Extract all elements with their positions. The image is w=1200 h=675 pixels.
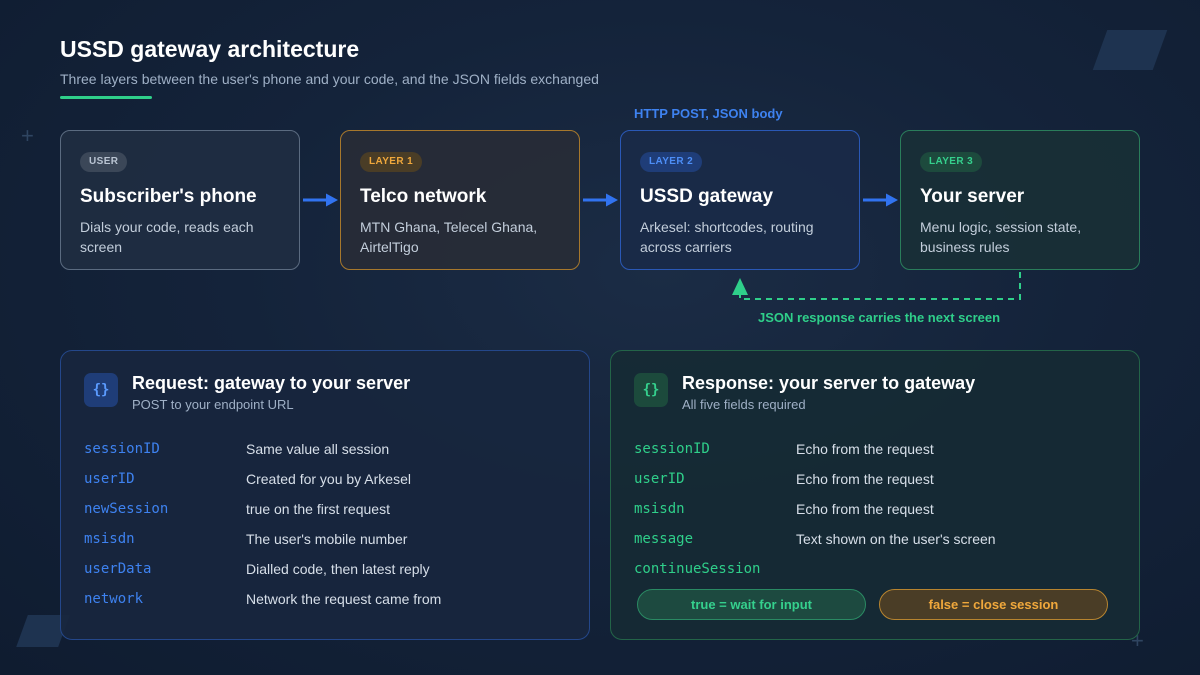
field-description: true on the first request bbox=[246, 501, 390, 517]
field-row: continueSession bbox=[634, 554, 1116, 584]
title-underline bbox=[60, 96, 152, 99]
page-subtitle: Three layers between the user's phone an… bbox=[60, 71, 599, 87]
field-name: userID bbox=[634, 471, 685, 487]
field-description: Network the request came from bbox=[246, 591, 442, 607]
field-row: sessionID Echo from the request bbox=[634, 434, 1116, 464]
card-badge: LAYER 2 bbox=[640, 152, 703, 172]
card-telco-network: LAYER 1 Telco network MTN Ghana, Telecel… bbox=[340, 130, 580, 270]
field-row: sessionID Same value all session bbox=[84, 434, 566, 464]
response-panel-header: {} Response: your server to gateway All … bbox=[634, 373, 1116, 412]
field-row: network Network the request came from bbox=[84, 584, 566, 614]
card-your-server: LAYER 3 Your server Menu logic, session … bbox=[900, 130, 1140, 270]
http-post-label: HTTP POST, JSON body bbox=[634, 106, 783, 121]
card-badge: LAYER 3 bbox=[920, 152, 983, 172]
field-name: userID bbox=[84, 471, 135, 487]
card-ussd-gateway: LAYER 2 USSD gateway Arkesel: shortcodes… bbox=[620, 130, 860, 270]
continue-false-pill: false = close session bbox=[879, 589, 1108, 620]
field-row: msisdn Echo from the request bbox=[634, 494, 1116, 524]
field-description: Dialled code, then latest reply bbox=[246, 561, 430, 577]
field-row: message Text shown on the user's screen bbox=[634, 524, 1116, 554]
card-description: MTN Ghana, Telecel Ghana, AirtelTigo bbox=[360, 219, 538, 255]
json-response-label: JSON response carries the next screen bbox=[758, 310, 1001, 325]
field-description: Echo from the request bbox=[796, 471, 934, 487]
card-description: Dials your code, reads each screen bbox=[80, 219, 254, 255]
field-description: Echo from the request bbox=[796, 441, 934, 457]
field-row: msisdn The user's mobile number bbox=[84, 524, 566, 554]
arrow-phone-to-telco bbox=[303, 193, 338, 207]
field-name: msisdn bbox=[84, 531, 135, 547]
request-panel: {} Request: gateway to your server POST … bbox=[60, 350, 590, 640]
arrow-telco-to-gateway bbox=[583, 193, 618, 207]
return-arrow-dashed bbox=[732, 272, 1021, 300]
field-row: userID Created for you by Arkesel bbox=[84, 464, 566, 494]
page-title: USSD gateway architecture bbox=[60, 36, 360, 62]
field-name: continueSession bbox=[634, 561, 761, 577]
field-description: The user's mobile number bbox=[246, 531, 408, 547]
decorative-plus-icon: + bbox=[21, 123, 34, 148]
field-description: Created for you by Arkesel bbox=[246, 471, 411, 487]
braces-icon: {} bbox=[634, 373, 668, 407]
braces-icon: {} bbox=[84, 373, 118, 407]
field-name: message bbox=[634, 531, 694, 547]
card-title: Your server bbox=[920, 186, 1025, 207]
card-title: Telco network bbox=[360, 186, 487, 207]
field-row: newSession true on the first request bbox=[84, 494, 566, 524]
field-row: userID Echo from the request bbox=[634, 464, 1116, 494]
field-name: msisdn bbox=[634, 501, 685, 517]
card-title: Subscriber's phone bbox=[80, 186, 257, 207]
field-name: sessionID bbox=[84, 441, 160, 457]
card-description: Arkesel: shortcodes, routing across carr… bbox=[640, 219, 814, 255]
arrow-gateway-to-server bbox=[863, 193, 898, 207]
field-description: Echo from the request bbox=[796, 501, 934, 517]
field-description: Same value all session bbox=[246, 441, 390, 457]
request-panel-header: {} Request: gateway to your server POST … bbox=[84, 373, 566, 412]
decorative-parallelogram-top bbox=[1092, 30, 1168, 70]
field-name: newSession bbox=[84, 501, 169, 517]
card-subscriber-phone: USER Subscriber's phone Dials your code,… bbox=[60, 130, 300, 270]
continue-true-pill: true = wait for input bbox=[637, 589, 866, 620]
card-badge: LAYER 1 bbox=[360, 152, 423, 172]
response-panel-subtitle: All five fields required bbox=[682, 397, 806, 412]
response-fields: sessionID Echo from the request userID Ech… bbox=[634, 434, 1116, 584]
field-name: userData bbox=[84, 561, 152, 577]
request-panel-subtitle: POST to your endpoint URL bbox=[132, 397, 294, 412]
response-panel-title: Response: your server to gateway bbox=[682, 373, 976, 393]
card-badge: USER bbox=[80, 152, 128, 172]
field-row: userData Dialled code, then latest reply bbox=[84, 554, 566, 584]
field-name: network bbox=[84, 591, 144, 607]
field-name: sessionID bbox=[634, 441, 710, 457]
request-panel-title: Request: gateway to your server bbox=[132, 373, 411, 393]
field-description: Text shown on the user's screen bbox=[796, 531, 996, 547]
card-description: Menu logic, session state, business rule… bbox=[920, 219, 1082, 255]
card-title: USSD gateway bbox=[640, 186, 774, 207]
request-fields: sessionID Same value all session userID Cr… bbox=[84, 434, 566, 614]
